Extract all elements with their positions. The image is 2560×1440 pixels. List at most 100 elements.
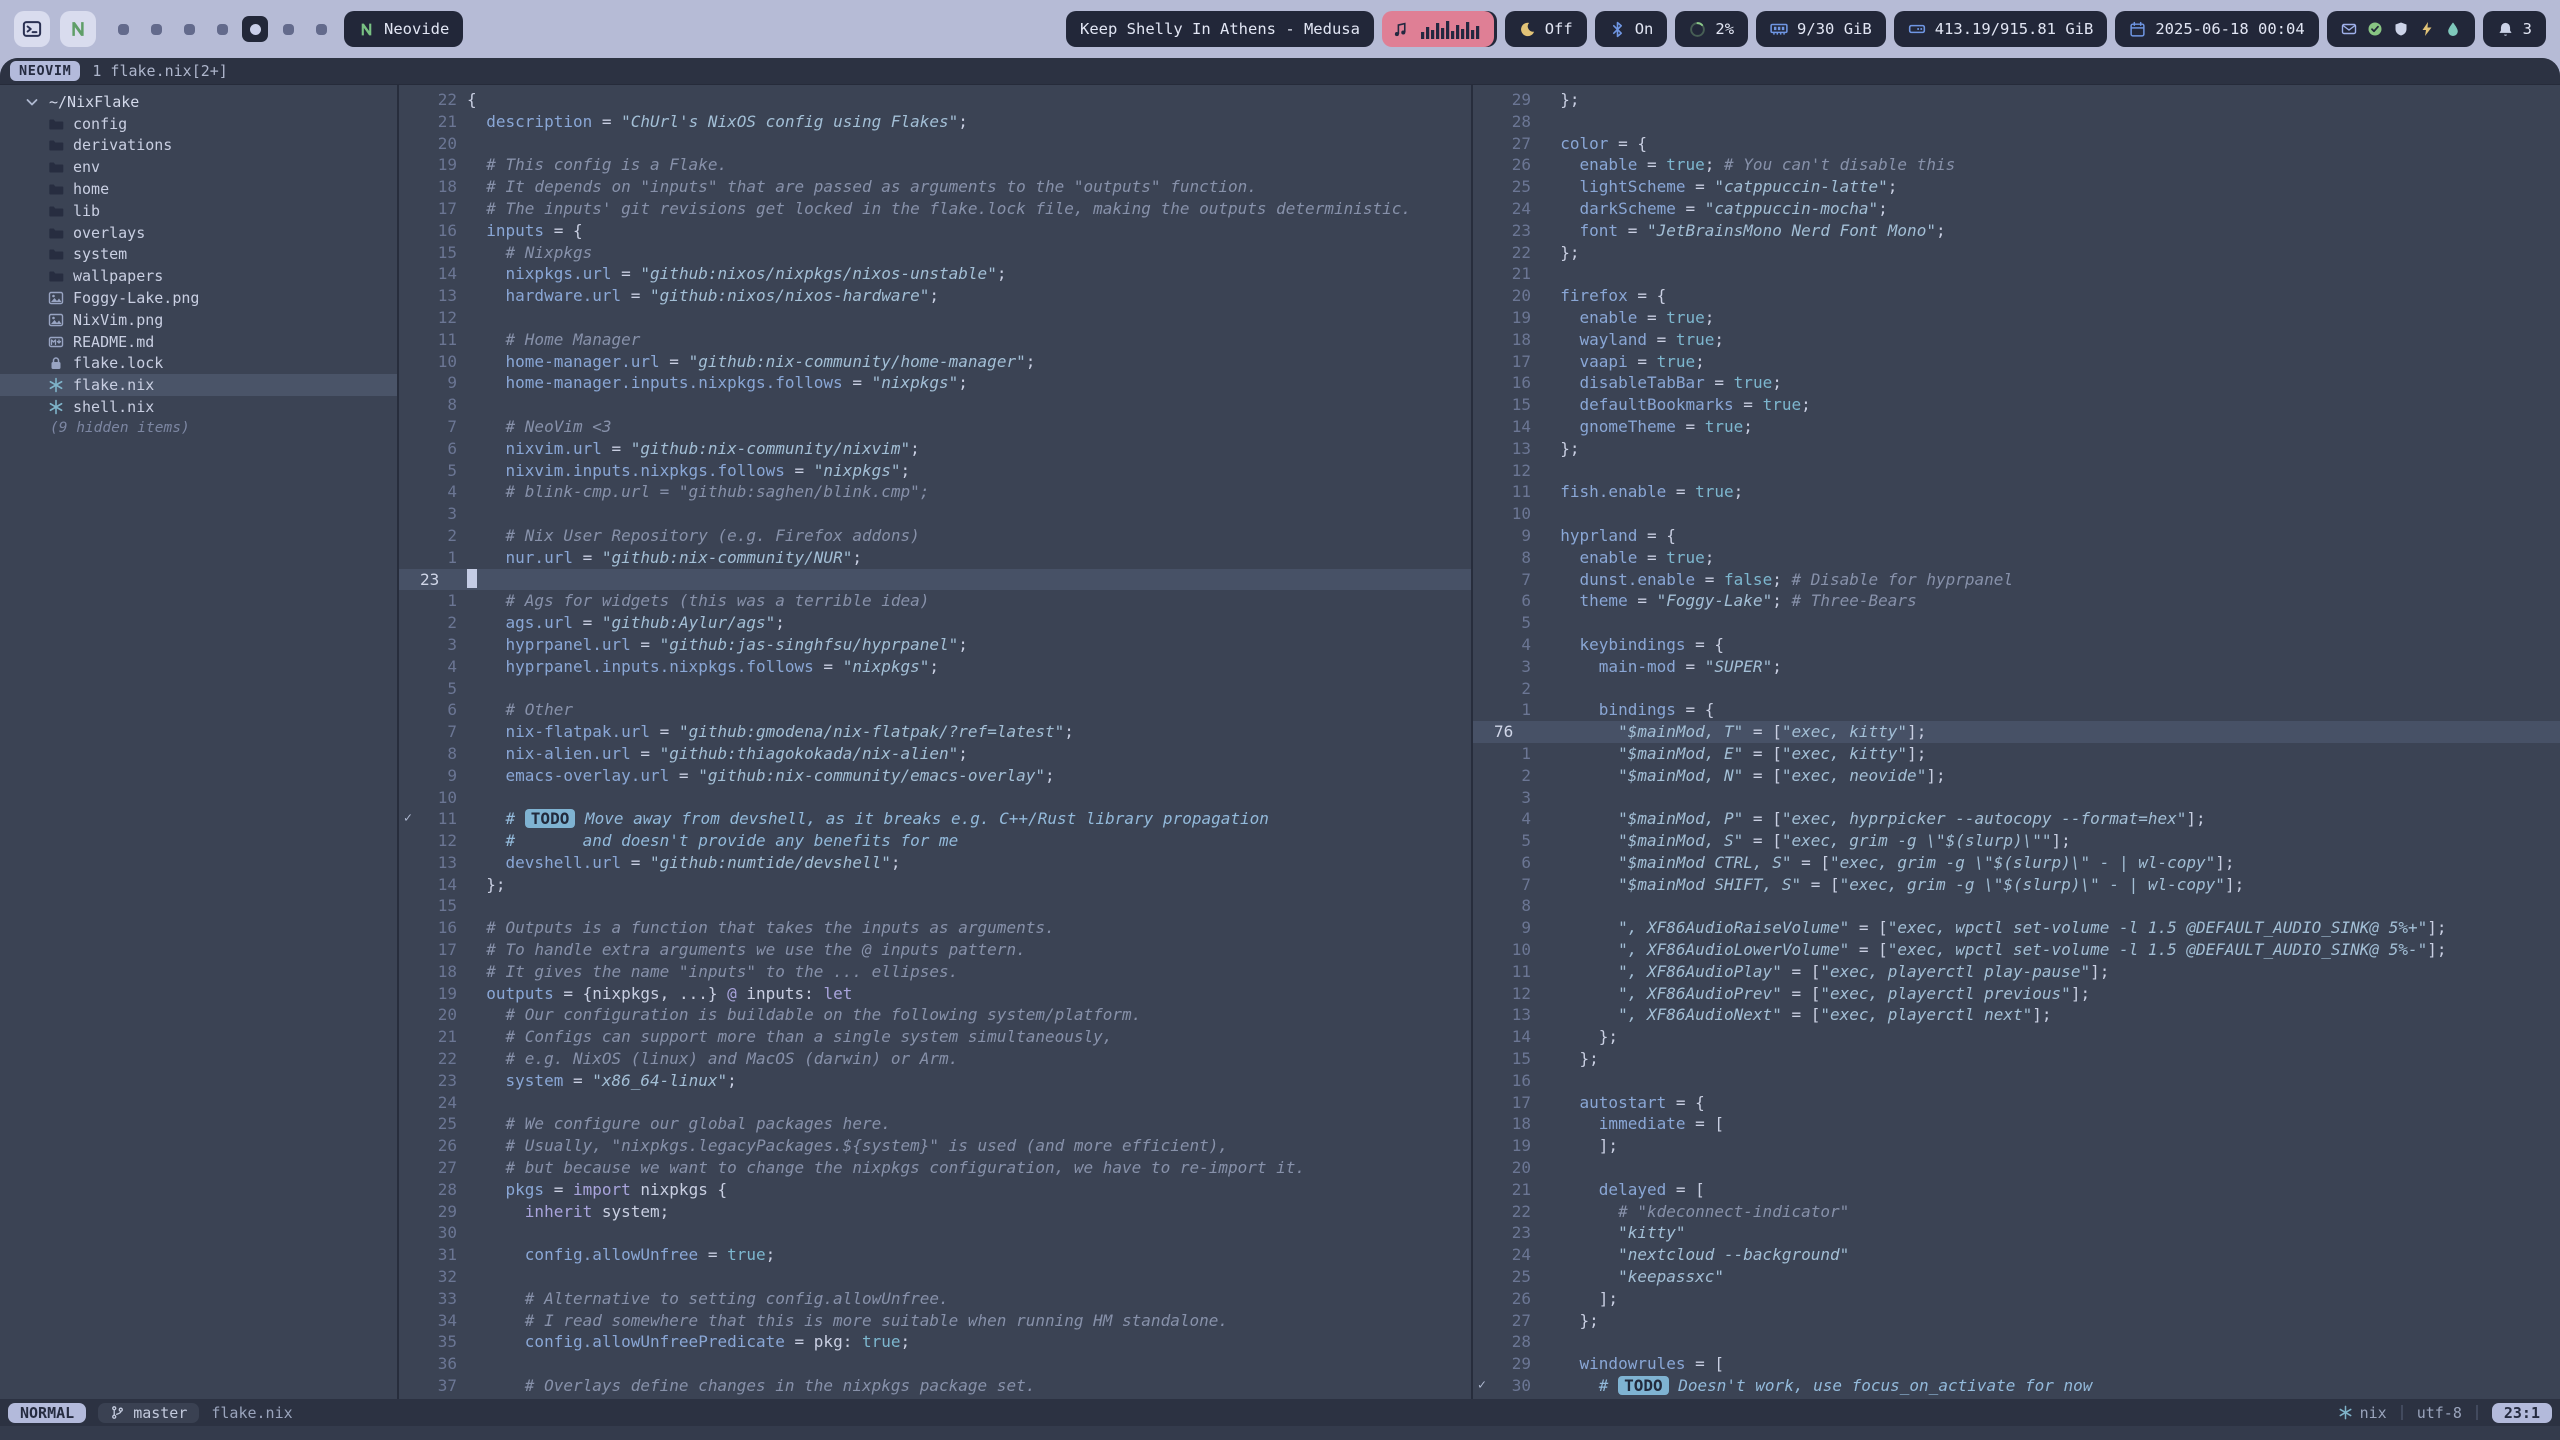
code-line[interactable]: 17 # The inputs' git revisions get locke… <box>399 198 1471 220</box>
code-line[interactable]: 6 "$mainMod CTRL, S" = ["exec, grim -g \… <box>1473 852 2560 874</box>
tab-flake-nix[interactable]: 1 flake.nix[2+] <box>92 62 227 80</box>
code-line[interactable]: 15 }; <box>1473 1048 2560 1070</box>
code-line[interactable]: 14 gnomeTheme = true; <box>1473 416 2560 438</box>
code-line[interactable]: 27 # but because we want to change the n… <box>399 1157 1471 1179</box>
bolt-tray-icon[interactable] <box>2419 21 2435 37</box>
code-line[interactable]: 3 <box>399 503 1471 525</box>
code-line[interactable]: 27 color = { <box>1473 133 2560 155</box>
code-line[interactable]: 10 home-manager.url = "github:nix-commun… <box>399 351 1471 373</box>
code-line[interactable]: 18 # It depends on "inputs" that are pas… <box>399 176 1471 198</box>
code-line[interactable]: 21 description = "ChUrl's NixOS config u… <box>399 111 1471 133</box>
code-line[interactable]: 25 "keepassxc" <box>1473 1266 2560 1288</box>
code-line[interactable]: 20 firefox = { <box>1473 285 2560 307</box>
code-line[interactable]: 20 # Our configuration is buildable on t… <box>399 1004 1471 1026</box>
code-line[interactable]: 2 # Nix User Repository (e.g. Firefox ad… <box>399 525 1471 547</box>
git-branch-segment[interactable]: master <box>98 1403 199 1423</box>
code-line[interactable]: 20 <box>399 133 1471 155</box>
code-line[interactable]: 7 "$mainMod SHIFT, S" = ["exec, grim -g … <box>1473 874 2560 896</box>
code-line[interactable]: 21 <box>1473 263 2560 285</box>
code-line[interactable]: 26 ]; <box>1473 1288 2560 1310</box>
workspace-3[interactable] <box>176 16 202 42</box>
tree-item-flake.lock[interactable]: flake.lock <box>0 353 397 375</box>
code-line[interactable]: 32 <box>399 1266 1471 1288</box>
workspace-6[interactable] <box>275 16 301 42</box>
mail-tray-icon[interactable] <box>2341 21 2357 37</box>
code-line[interactable]: 18 immediate = [ <box>1473 1113 2560 1135</box>
code-line[interactable]: 29 windowrules = [ <box>1473 1353 2560 1375</box>
code-line[interactable]: 26 # Usually, "nixpkgs.legacyPackages.${… <box>399 1135 1471 1157</box>
notifications-module[interactable]: 3 <box>2483 11 2546 47</box>
code-line[interactable]: 19 ]; <box>1473 1135 2560 1157</box>
code-line[interactable]: 76 "$mainMod, T" = ["exec, kitty"]; <box>1473 721 2560 743</box>
code-line[interactable]: 30 <box>399 1222 1471 1244</box>
code-line[interactable]: 14 }; <box>1473 1026 2560 1048</box>
code-line[interactable]: 23 system = "x86_64-linux"; <box>399 1070 1471 1092</box>
active-app-chip[interactable]: Neovide <box>344 11 463 47</box>
tree-item-derivations[interactable]: derivations <box>0 135 397 157</box>
cpu-module[interactable]: 2% <box>1675 11 1748 47</box>
code-line[interactable]: 29 }; <box>1473 89 2560 111</box>
workspace-4[interactable] <box>209 16 235 42</box>
code-line[interactable]: 9 hyprland = { <box>1473 525 2560 547</box>
code-line[interactable]: 3 <box>1473 787 2560 809</box>
drop-tray-icon[interactable] <box>2445 21 2461 37</box>
code-line[interactable]: 29 inherit system; <box>399 1201 1471 1223</box>
code-line[interactable]: 19 enable = true; <box>1473 307 2560 329</box>
code-line[interactable]: 12 <box>399 307 1471 329</box>
code-line[interactable]: 11 ", XF86AudioPlay" = ["exec, playerctl… <box>1473 961 2560 983</box>
code-line[interactable]: 33 # Alternative to setting config.allow… <box>399 1288 1471 1310</box>
code-line[interactable]: 1 "$mainMod, E" = ["exec, kitty"]; <box>1473 743 2560 765</box>
code-line[interactable]: 10 <box>399 787 1471 809</box>
tree-item-Foggy-Lake.png[interactable]: Foggy-Lake.png <box>0 287 397 309</box>
code-line[interactable]: 17 autostart = { <box>1473 1092 2560 1114</box>
code-line[interactable]: 2 <box>1473 678 2560 700</box>
code-line[interactable]: 14 }; <box>399 874 1471 896</box>
code-line[interactable]: 2 "$mainMod, N" = ["exec, neovide"]; <box>1473 765 2560 787</box>
code-line[interactable]: 28 pkgs = import nixpkgs { <box>399 1179 1471 1201</box>
code-line[interactable]: 16 <box>1473 1070 2560 1092</box>
workspace-5[interactable] <box>242 16 268 42</box>
editor-pane-right[interactable]: 29 };2827 color = {26 enable = true; # Y… <box>1473 85 2560 1399</box>
code-line[interactable]: 3 hyprpanel.url = "github:jas-singhfsu/h… <box>399 634 1471 656</box>
media-visualizer-chip[interactable] <box>1382 11 1494 47</box>
code-line[interactable]: 22{ <box>399 89 1471 111</box>
code-line[interactable]: 24 "nextcloud --background" <box>1473 1244 2560 1266</box>
code-line[interactable]: 21 # Configs can support more than a sin… <box>399 1026 1471 1048</box>
code-line[interactable]: 12 <box>1473 460 2560 482</box>
media-title-chip[interactable]: Keep Shelly In Athens - Medusa <box>1066 11 1374 47</box>
code-line[interactable]: 12 # and doesn't provide any benefits fo… <box>399 830 1471 852</box>
code-line[interactable]: 14 nixpkgs.url = "github:nixos/nixpkgs/n… <box>399 263 1471 285</box>
neovim-app-button[interactable] <box>60 11 96 47</box>
code-line[interactable]: 11 fish.enable = true; <box>1473 481 2560 503</box>
tree-item-home[interactable]: home <box>0 178 397 200</box>
code-line[interactable]: 13 }; <box>1473 438 2560 460</box>
tree-item-env[interactable]: env <box>0 156 397 178</box>
code-line[interactable]: 17 # To handle extra arguments we use th… <box>399 939 1471 961</box>
code-line[interactable]: 16 inputs = { <box>399 220 1471 242</box>
code-line[interactable]: 15 # Nixpkgs <box>399 242 1471 264</box>
shield-tray-icon[interactable] <box>2393 21 2409 37</box>
tree-item-overlays[interactable]: overlays <box>0 222 397 244</box>
code-line[interactable]: 31 config.allowUnfree = true; <box>399 1244 1471 1266</box>
tree-item-flake.nix[interactable]: flake.nix <box>0 374 397 396</box>
code-line[interactable]: 15 defaultBookmarks = true; <box>1473 394 2560 416</box>
code-line[interactable]: 27 }; <box>1473 1310 2560 1332</box>
code-line[interactable]: 26 enable = true; # You can't disable th… <box>1473 154 2560 176</box>
code-line[interactable]: 34 # I read somewhere that this is more … <box>399 1310 1471 1332</box>
code-line[interactable]: 25 # We configure our global packages he… <box>399 1113 1471 1135</box>
command-line[interactable] <box>0 1426 2560 1440</box>
code-line[interactable]: ✓11 # TODO Move away from devshell, as i… <box>399 808 1471 830</box>
code-line[interactable]: 7 # NeoVim <3 <box>399 416 1471 438</box>
code-line[interactable]: 1 # Ags for widgets (this was a terrible… <box>399 590 1471 612</box>
code-line[interactable]: 5 "$mainMod, S" = ["exec, grim -g \"$(sl… <box>1473 830 2560 852</box>
code-line[interactable]: 37 # Overlays define changes in the nixp… <box>399 1375 1471 1397</box>
bluetooth-module[interactable]: On <box>1595 11 1668 47</box>
code-line[interactable]: 13 devshell.url = "github:numtide/devshe… <box>399 852 1471 874</box>
code-line[interactable]: 7 dunst.enable = false; # Disable for hy… <box>1473 569 2560 591</box>
code-line[interactable]: 15 <box>399 895 1471 917</box>
tree-item-wallpapers[interactable]: wallpapers <box>0 265 397 287</box>
code-line[interactable]: 5 <box>1473 612 2560 634</box>
tree-item-README.md[interactable]: README.md <box>0 331 397 353</box>
code-line[interactable]: 8 nix-alien.url = "github:thiagokokada/n… <box>399 743 1471 765</box>
workspace-2[interactable] <box>143 16 169 42</box>
